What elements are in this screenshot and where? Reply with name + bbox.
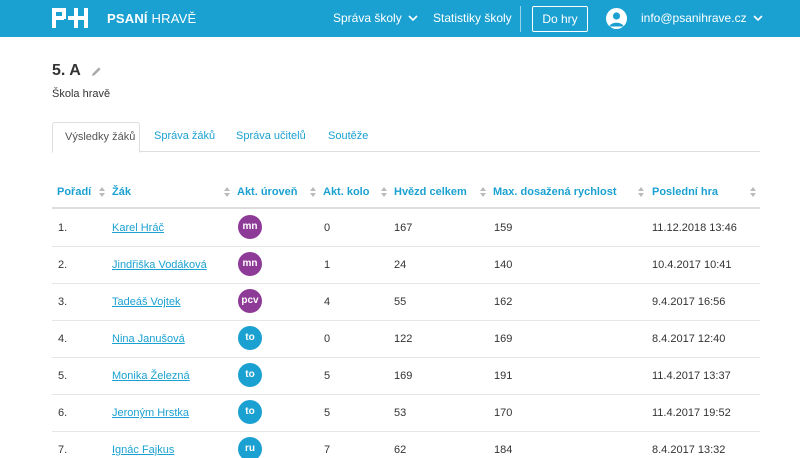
last-game-cell: 11.4.2017 19:52 — [652, 407, 731, 419]
pencil-icon[interactable] — [91, 66, 102, 77]
max-speed-cell: 159 — [494, 222, 513, 234]
table-row: 4. Nina Janušová to 0 122 169 8.4.2017 1… — [52, 320, 760, 358]
brand-bold: PSANÍ — [107, 11, 148, 26]
column-header-level[interactable]: Akt. úroveň — [237, 186, 298, 198]
column-header-student[interactable]: Žák — [112, 186, 131, 198]
rank-cell: 6. — [58, 407, 68, 419]
user-icon — [609, 12, 624, 27]
stars-cell: 55 — [394, 296, 407, 308]
level-badge: to — [238, 400, 262, 424]
stars-cell: 169 — [394, 370, 413, 382]
stars-cell: 24 — [394, 259, 407, 271]
sort-icon[interactable] — [223, 186, 231, 198]
max-speed-cell: 191 — [494, 370, 513, 382]
sort-icon[interactable] — [380, 186, 388, 198]
last-game-cell: 8.4.2017 13:32 — [652, 444, 726, 456]
max-speed-cell: 140 — [494, 259, 513, 271]
chevron-down-icon — [408, 14, 418, 21]
table-row: 5. Monika Železná to 5 169 191 11.4.2017… — [52, 357, 760, 395]
max-speed-cell: 169 — [494, 333, 513, 345]
play-button[interactable]: Do hry — [532, 6, 588, 32]
nav-school-management-label: Správa školy — [333, 11, 402, 25]
sort-icon[interactable] — [637, 186, 645, 198]
rank-cell: 1. — [58, 222, 68, 234]
stars-cell: 53 — [394, 407, 407, 419]
max-speed-cell: 162 — [494, 296, 513, 308]
student-name-link[interactable]: Karel Hráč — [112, 222, 164, 234]
rank-cell: 5. — [58, 370, 68, 382]
round-cell: 4 — [324, 296, 331, 308]
brand-light: HRAVĚ — [151, 11, 197, 26]
student-name-link[interactable]: Jeroným Hrstka — [112, 407, 189, 419]
table-row: 3. Tadeáš Vojtek pcv 4 55 162 9.4.2017 1… — [52, 283, 760, 321]
nav-school-statistics[interactable]: Statistiky školy — [433, 11, 512, 25]
tab-student-management[interactable]: Správa žáků — [142, 122, 227, 152]
rank-cell: 7. — [58, 444, 68, 456]
max-speed-cell: 184 — [494, 444, 513, 456]
student-name-link[interactable]: Ignác Fajkus — [112, 444, 174, 456]
tab-bar: Výsledky žáků Správa žáků Správa učitelů… — [52, 122, 760, 153]
last-game-cell: 11.12.2018 13:46 — [652, 222, 737, 234]
header-divider — [520, 6, 521, 32]
column-header-max-speed[interactable]: Max. dosažená rychlost — [493, 186, 617, 198]
column-header-round[interactable]: Akt. kolo — [323, 186, 369, 198]
level-badge: to — [238, 326, 262, 350]
sort-icon[interactable] — [98, 186, 106, 198]
school-name: Škola hravě — [52, 88, 111, 100]
logo-icon[interactable] — [52, 8, 88, 28]
table-row: 7. Ignác Fajkus ru 7 62 184 8.4.2017 13:… — [52, 431, 760, 458]
rank-cell: 4. — [58, 333, 68, 345]
sort-icon[interactable] — [309, 186, 317, 198]
round-cell: 5 — [324, 407, 331, 419]
stars-cell: 62 — [394, 444, 407, 456]
level-badge: mn — [238, 252, 262, 276]
last-game-cell: 10.4.2017 10:41 — [652, 259, 732, 271]
level-badge: to — [238, 363, 262, 387]
user-menu[interactable]: info@psanihrave.cz — [641, 11, 763, 25]
level-badge: ru — [238, 437, 262, 458]
round-cell: 0 — [324, 333, 331, 345]
student-name-link[interactable]: Nina Janušová — [112, 333, 185, 345]
column-header-stars[interactable]: Hvězd celkem — [394, 186, 467, 198]
round-cell: 5 — [324, 370, 331, 382]
student-name-link[interactable]: Monika Železná — [112, 370, 190, 382]
stars-cell: 167 — [394, 222, 413, 234]
sort-icon[interactable] — [749, 186, 757, 198]
last-game-cell: 9.4.2017 16:56 — [652, 296, 726, 308]
round-cell: 7 — [324, 444, 331, 456]
tab-teacher-management[interactable]: Správa učitelů — [224, 122, 318, 152]
nav-school-management[interactable]: Správa školy — [333, 11, 418, 25]
table-row: 2. Jindřiška Vodáková mn 1 24 140 10.4.2… — [52, 246, 760, 284]
nav-school-statistics-label: Statistiky školy — [433, 11, 512, 25]
rank-cell: 3. — [58, 296, 68, 308]
last-game-cell: 8.4.2017 12:40 — [652, 333, 726, 345]
top-bar: PSANÍ HRAVĚ Správa školy Statistiky škol… — [0, 0, 800, 37]
round-cell: 0 — [324, 222, 331, 234]
page-title: 5. A — [52, 62, 102, 80]
avatar[interactable] — [606, 8, 627, 29]
chevron-down-icon — [753, 14, 763, 21]
user-email: info@psanihrave.cz — [641, 11, 747, 25]
column-header-rank[interactable]: Pořadí — [57, 186, 91, 198]
class-name: 5. A — [52, 62, 81, 79]
brand-name[interactable]: PSANÍ HRAVĚ — [107, 11, 196, 26]
round-cell: 1 — [324, 259, 331, 271]
stars-cell: 122 — [394, 333, 413, 345]
last-game-cell: 11.4.2017 13:37 — [652, 370, 731, 382]
level-badge: pcv — [238, 289, 262, 313]
tab-student-results[interactable]: Výsledky žáků — [52, 122, 140, 153]
max-speed-cell: 170 — [494, 407, 513, 419]
tab-competitions[interactable]: Soutěže — [316, 122, 380, 152]
table-row: 6. Jeroným Hrstka to 5 53 170 11.4.2017 … — [52, 394, 760, 432]
student-name-link[interactable]: Tadeáš Vojtek — [112, 296, 181, 308]
table-row: 1. Karel Hráč mn 0 167 159 11.12.2018 13… — [52, 209, 760, 247]
sort-icon[interactable] — [479, 186, 487, 198]
student-name-link[interactable]: Jindřiška Vodáková — [112, 259, 207, 271]
column-header-last-game[interactable]: Poslední hra — [652, 186, 718, 198]
level-badge: mn — [238, 215, 262, 239]
rank-cell: 2. — [58, 259, 68, 271]
